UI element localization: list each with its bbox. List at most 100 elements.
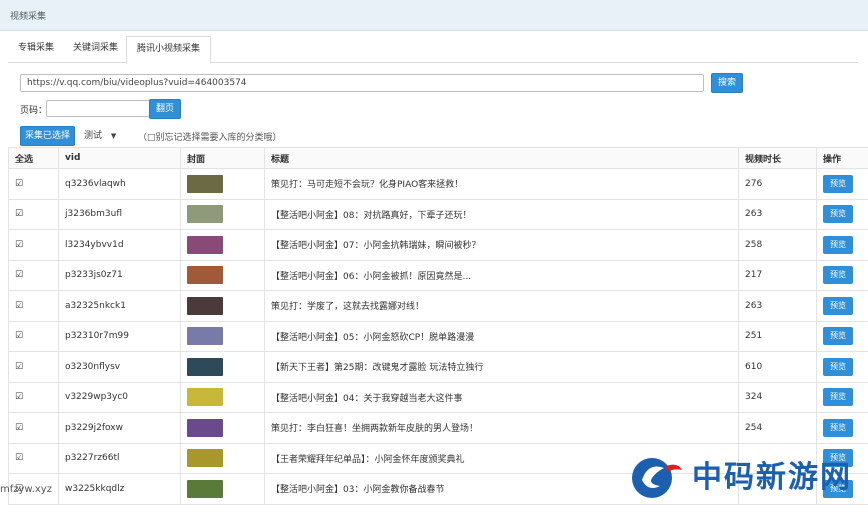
cover-thumbnail-image — [187, 266, 223, 284]
window-titlebar: 视频采集 — [0, 0, 868, 31]
row-checkbox[interactable]: ☑ — [9, 291, 59, 322]
row-vid: p3227rz66tl — [59, 443, 181, 474]
table-row: ☑o3230nflysv【新天下王者】第25期：改键鬼才露脸 玩法特立独行610… — [9, 352, 868, 383]
table-row: ☑a32325nkck1策见打：学废了，这就去找露娜对线！263预览 — [9, 291, 868, 322]
duration-header: 视频时长 — [739, 148, 817, 169]
caret-down-icon: ▼ — [111, 132, 116, 140]
row-duration: 258 — [739, 230, 817, 261]
row-vid: v3229wp3yc0 — [59, 382, 181, 413]
url-input[interactable] — [20, 74, 704, 92]
video-table: 全选 vid 封面 标题 视频时长 操作 ☑q3236vlaqwh策见打：马可走… — [8, 147, 868, 505]
preview-button[interactable]: 预览 — [823, 358, 853, 376]
checkbox-checked-icon: ☑ — [15, 392, 23, 402]
row-duration: 276 — [739, 169, 817, 200]
row-ops: 预览 — [817, 321, 868, 352]
row-duration: 263 — [739, 291, 817, 322]
row-title: 【整活吧小阿金】05：小阿金怒砍CP！脱单路漫漫 — [265, 321, 739, 352]
tab-keyword-collect[interactable]: 关键词采集 — [63, 36, 128, 61]
cover-thumbnail-image — [187, 480, 223, 498]
row-vid: l3234ybvv1d — [59, 230, 181, 261]
row-duration: 324 — [739, 382, 817, 413]
preview-button[interactable]: 预览 — [823, 419, 853, 437]
ops-header: 操作 — [817, 148, 868, 169]
checkbox-checked-icon: ☑ — [15, 209, 23, 219]
cover-header: 封面 — [181, 148, 265, 169]
row-checkbox[interactable]: ☑ — [9, 352, 59, 383]
checkbox-checked-icon: ☑ — [15, 331, 23, 341]
cover-thumbnail-image — [187, 388, 223, 406]
row-title: 【整活吧小阿金】06：小阿金被抓！原因竟然是... — [265, 260, 739, 291]
row-checkbox[interactable]: ☑ — [9, 382, 59, 413]
category-hint: （□别忘记选择需要入库的分类哦） — [138, 130, 282, 143]
preview-button[interactable]: 预览 — [823, 297, 853, 315]
row-duration: 610 — [739, 352, 817, 383]
row-checkbox[interactable]: ☑ — [9, 169, 59, 200]
row-title: 策见打：李白狂喜！坐拥两款新年皮肤的男人登场！ — [265, 413, 739, 444]
row-checkbox[interactable]: ☑ — [9, 413, 59, 444]
row-cover — [181, 382, 265, 413]
checkbox-checked-icon: ☑ — [15, 240, 23, 250]
row-ops: 预览 — [817, 382, 868, 413]
row-cover — [181, 321, 265, 352]
row-title: 【整活吧小阿金】07：小阿金抗韩瑞妹，瞬间被秒？ — [265, 230, 739, 261]
row-vid: p3229j2foxw — [59, 413, 181, 444]
preview-button[interactable]: 预览 — [823, 236, 853, 254]
table-row: ☑v3229wp3yc0【整活吧小阿金】04：关于我穿越当老大这件事324预览 — [9, 382, 868, 413]
row-vid: w3225kkqdlz — [59, 474, 181, 505]
row-duration: 254 — [739, 413, 817, 444]
checkbox-checked-icon: ☑ — [15, 453, 23, 463]
checkbox-checked-icon: ☑ — [15, 270, 23, 280]
table-row: ☑q3236vlaqwh策见打：马可走短不会玩？化身PIAO客来拯救！276预览 — [9, 169, 868, 200]
watermark-brand: 中码新游网 — [692, 452, 852, 496]
row-cover — [181, 474, 265, 505]
row-title: 策见打：学废了，这就去找露娜对线！ — [265, 291, 739, 322]
collect-selected-button[interactable]: 采集已选择 — [20, 126, 75, 146]
row-checkbox[interactable]: ☑ — [9, 199, 59, 230]
preview-button[interactable]: 预览 — [823, 388, 853, 406]
row-checkbox[interactable]: ☑ — [9, 443, 59, 474]
row-duration: 263 — [739, 199, 817, 230]
row-vid: o3230nflysv — [59, 352, 181, 383]
row-cover — [181, 413, 265, 444]
search-button[interactable]: 搜索 — [711, 73, 743, 93]
tab-album-collect[interactable]: 专辑采集 — [8, 36, 64, 61]
row-cover — [181, 291, 265, 322]
checkbox-checked-icon: ☑ — [15, 301, 23, 311]
table-row: ☑j3236bm3ufl【整活吧小阿金】08：对抗路真好，下辈子还玩！263预览 — [9, 199, 868, 230]
row-cover — [181, 352, 265, 383]
row-checkbox[interactable]: ☑ — [9, 230, 59, 261]
brand-logo-icon — [626, 456, 686, 500]
select-all-header[interactable]: 全选 — [9, 148, 59, 169]
page-input[interactable] — [46, 100, 150, 117]
tab-tencent-short-video-collect[interactable]: 腾讯小视频采集 — [126, 36, 211, 64]
category-select-value: 测试 — [84, 131, 102, 141]
preview-button[interactable]: 预览 — [823, 205, 853, 223]
checkbox-checked-icon: ☑ — [15, 423, 23, 433]
row-cover — [181, 199, 265, 230]
row-ops: 预览 — [817, 169, 868, 200]
row-cover — [181, 443, 265, 474]
preview-button[interactable]: 预览 — [823, 327, 853, 345]
row-ops: 预览 — [817, 260, 868, 291]
row-title: 策见打：马可走短不会玩？化身PIAO客来拯救！ — [265, 169, 739, 200]
cover-thumbnail-image — [187, 236, 223, 254]
row-vid: p32310r7m99 — [59, 321, 181, 352]
cover-thumbnail-image — [187, 297, 223, 315]
watermark-text: mfzyw.xyz — [0, 484, 52, 495]
row-cover — [181, 260, 265, 291]
row-ops: 预览 — [817, 291, 868, 322]
preview-button[interactable]: 预览 — [823, 266, 853, 284]
row-vid: j3236bm3ufl — [59, 199, 181, 230]
page-label: 页码： — [20, 103, 47, 116]
cover-thumbnail-image — [187, 358, 223, 376]
cover-thumbnail-image — [187, 419, 223, 437]
row-cover — [181, 169, 265, 200]
row-checkbox[interactable]: ☑ — [9, 321, 59, 352]
next-page-button[interactable]: 翻页 — [149, 99, 181, 119]
preview-button[interactable]: 预览 — [823, 175, 853, 193]
row-checkbox[interactable]: ☑ — [9, 260, 59, 291]
row-ops: 预览 — [817, 413, 868, 444]
title-header: 标题 — [265, 148, 739, 169]
table-header-row: 全选 vid 封面 标题 视频时长 操作 — [9, 148, 868, 169]
category-select[interactable]: 测试 ▼ — [84, 128, 116, 144]
